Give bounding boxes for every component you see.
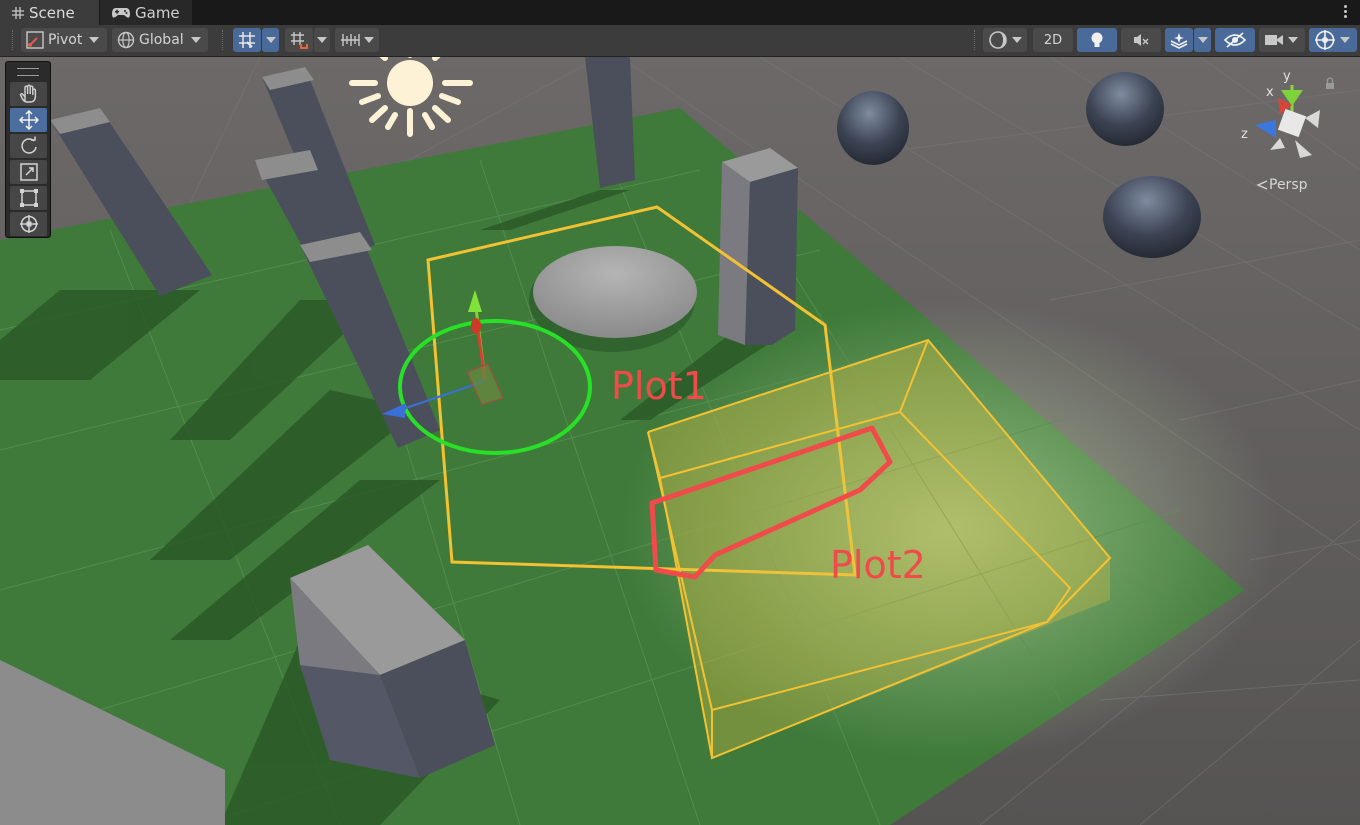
- move-tool-button[interactable]: [10, 108, 47, 132]
- eye-hidden-icon: [1224, 32, 1246, 48]
- chevron-left-icon: [1256, 180, 1268, 190]
- scene-render: [0, 57, 1360, 825]
- tab-bar: Scene Game: [0, 0, 1360, 25]
- chevron-down-icon: [190, 37, 201, 43]
- lightbulb-icon: [1091, 32, 1103, 47]
- palette-drag-handle[interactable]: [17, 68, 39, 76]
- global-label: Global: [139, 32, 184, 48]
- toolbar-separator: [974, 30, 977, 50]
- gizmo-y-label: y: [1283, 69, 1291, 84]
- scene-viewport[interactable]: y x z Plot1 Plot2: [0, 57, 1360, 825]
- plot2-label: Plot2: [830, 543, 926, 587]
- grid-snapping-dropdown[interactable]: [262, 28, 279, 52]
- scene-toolbar: Pivot Global 2D: [0, 25, 1360, 57]
- chevron-down-icon: [265, 37, 276, 43]
- pivot-label: Pivot: [48, 32, 83, 48]
- projection-toggle[interactable]: Persp: [1256, 177, 1308, 193]
- increment-snap-icon: [291, 32, 308, 49]
- global-dropdown[interactable]: Global: [112, 28, 208, 52]
- sphere-object: [1086, 72, 1164, 146]
- effects-dropdown[interactable]: [1194, 28, 1211, 52]
- rect-tool-button[interactable]: [10, 186, 47, 210]
- scene-visibility-toggle[interactable]: [1215, 28, 1255, 52]
- pivot-dropdown[interactable]: Pivot: [21, 28, 107, 52]
- chevron-down-icon: [364, 37, 374, 43]
- gizmos-dropdown[interactable]: [1309, 28, 1357, 52]
- disc-object: [533, 246, 697, 338]
- audio-toggle[interactable]: [1121, 28, 1161, 52]
- chevron-down-icon: [1012, 37, 1022, 43]
- sphere-object: [837, 91, 909, 165]
- draw-mode-dropdown[interactable]: [983, 28, 1027, 52]
- plot1-label: Plot1: [611, 364, 707, 408]
- more-options-icon[interactable]: [1342, 3, 1348, 21]
- pivot-icon: [26, 31, 44, 49]
- tool-palette: [5, 61, 51, 238]
- tab-game[interactable]: Game: [100, 0, 192, 25]
- ruler-icon: [341, 34, 360, 46]
- chevron-down-icon: [1197, 37, 1208, 43]
- rect-transform-icon: [19, 189, 38, 207]
- chevron-down-icon: [1288, 37, 1298, 43]
- increment-snap-toggle[interactable]: [285, 28, 313, 52]
- audio-muted-icon: [1134, 34, 1149, 46]
- rotate-tool-button[interactable]: [10, 134, 47, 158]
- chevron-down-icon: [317, 37, 327, 43]
- tab-label: Scene: [29, 3, 75, 22]
- grid-snapping-toggle[interactable]: [233, 28, 261, 52]
- scale-icon: [19, 163, 38, 181]
- tab-label: Game: [135, 3, 180, 22]
- transform-tool-button[interactable]: [10, 212, 47, 236]
- gizmos-icon: [1315, 30, 1335, 50]
- increment-snap-dropdown[interactable]: [314, 28, 330, 52]
- sphere-object: [1103, 176, 1201, 258]
- camera-icon: [1265, 35, 1283, 45]
- chevron-down-icon: [1340, 37, 1350, 43]
- camera-settings-dropdown[interactable]: [1259, 28, 1305, 52]
- ruler-dropdown[interactable]: [335, 28, 379, 52]
- projection-label: Persp: [1269, 177, 1308, 193]
- shading-mode-icon: [989, 31, 1007, 49]
- toolbar-separator: [222, 30, 225, 50]
- gizmo-x-label: x: [1266, 85, 1274, 100]
- grid-icon: [12, 6, 24, 19]
- transform-icon: [19, 215, 38, 233]
- gizmo-z-label: z: [1241, 127, 1248, 142]
- scale-tool-button[interactable]: [10, 160, 47, 184]
- rotate-icon: [20, 136, 37, 154]
- lighting-toggle[interactable]: [1077, 28, 1117, 52]
- tab-scene[interactable]: Scene: [0, 0, 99, 25]
- toggle-2d-label: 2D: [1043, 32, 1063, 48]
- hand-icon: [19, 84, 36, 103]
- gamepad-icon: [112, 7, 130, 18]
- toggle-2d-button[interactable]: 2D: [1033, 28, 1073, 52]
- grid-snap-icon: [239, 32, 255, 48]
- hand-tool-button[interactable]: [10, 82, 47, 106]
- effects-layers-icon: [1170, 33, 1188, 49]
- effects-toggle[interactable]: [1165, 28, 1193, 52]
- chevron-down-icon: [89, 37, 100, 43]
- toolbar-separator: [12, 30, 15, 50]
- globe-icon: [117, 31, 135, 49]
- move-arrows-icon: [18, 110, 39, 130]
